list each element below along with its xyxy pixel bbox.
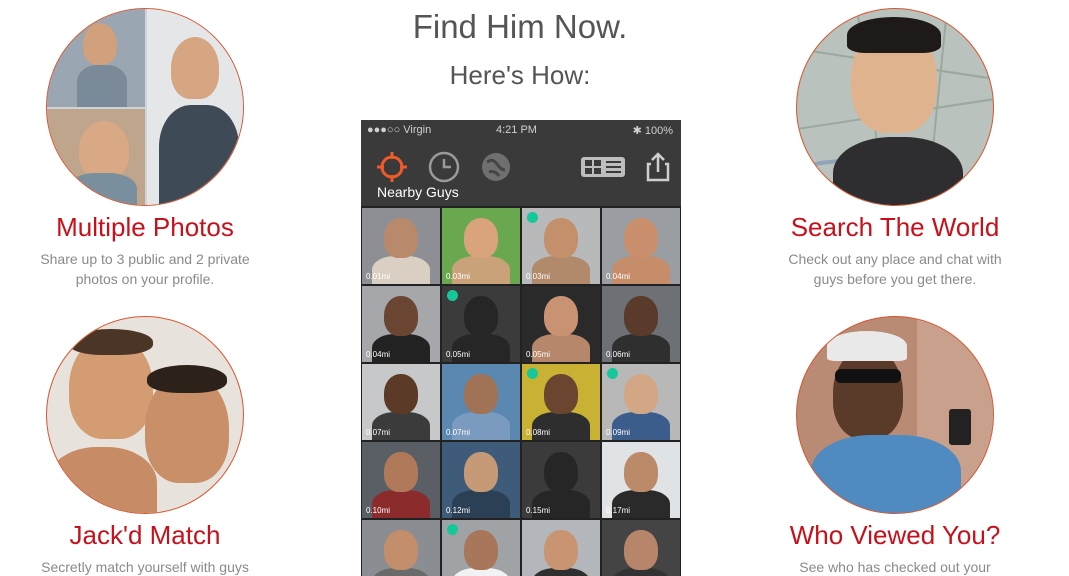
carrier-label: ●●●○○ Virgin	[367, 124, 432, 136]
search-the-world-image	[796, 8, 994, 206]
online-status-dot	[527, 212, 538, 223]
distance-label: 0.03mi	[526, 272, 551, 281]
profile-thumbnail[interactable]: 0.04mi	[602, 208, 680, 284]
status-bar: ●●●○○ Virgin 4:21 PM ✱ 100%	[361, 120, 681, 140]
profile-thumbnail[interactable]: 0.15mi	[522, 442, 600, 518]
feature-multiple-photos: Multiple Photos Share up to 3 public and…	[0, 8, 290, 289]
profile-figure-head	[544, 296, 578, 336]
profile-figure-head	[544, 218, 578, 258]
profile-figure-head	[464, 374, 498, 414]
profile-figure-head	[384, 374, 418, 414]
distance-label: 0.09mi	[606, 428, 631, 437]
profile-figure-head	[624, 452, 658, 492]
profile-figure-head	[384, 452, 418, 492]
battery-label: ✱ 100%	[632, 125, 673, 137]
distance-label: 0.05mi	[526, 350, 551, 359]
globe-icon[interactable]	[479, 150, 513, 184]
distance-label: 0.07mi	[366, 428, 391, 437]
online-status-dot	[447, 290, 458, 301]
profile-thumbnail[interactable]: 0.07mi	[362, 364, 440, 440]
feature-title: Multiple Photos	[56, 212, 234, 242]
profile-thumbnail[interactable]: 0.05mi	[522, 286, 600, 362]
profile-figure-head	[384, 218, 418, 258]
profile-thumbnail[interactable]	[602, 520, 680, 576]
app-toolbar: Nearby Guys	[361, 140, 681, 206]
feature-search-the-world: Search The World Check out any place and…	[750, 8, 1040, 289]
jackd-match-image	[46, 316, 244, 514]
profile-thumbnail[interactable]: 0.03mi	[442, 208, 520, 284]
distance-label: 0.12mi	[446, 506, 471, 515]
profile-thumbnail[interactable]: 0.08mi	[522, 364, 600, 440]
distance-label: 0.08mi	[526, 428, 551, 437]
online-status-dot	[527, 368, 538, 379]
default-avatar-icon	[544, 452, 578, 492]
profile-thumbnail[interactable]: 0.05mi	[442, 286, 520, 362]
profile-figure-head	[464, 530, 498, 570]
feature-description: Secretly match yourself with guys	[41, 559, 249, 575]
profile-thumbnail[interactable]: 0.06mi	[602, 286, 680, 362]
distance-label: 0.05mi	[446, 350, 471, 359]
online-status-dot	[607, 368, 618, 379]
feature-title: Who Viewed You?	[789, 520, 1001, 550]
profile-figure-head	[624, 530, 658, 570]
default-avatar-icon	[464, 296, 498, 336]
profile-figure-head	[544, 374, 578, 414]
clock-label: 4:21 PM	[496, 124, 537, 136]
profile-thumbnail[interactable]: 0.01mi	[362, 208, 440, 284]
profile-thumbnail[interactable]: 0.17mi	[602, 442, 680, 518]
profile-thumbnail[interactable]: 0.09mi	[602, 364, 680, 440]
nearby-target-icon[interactable]	[375, 150, 409, 184]
profile-thumbnail[interactable]: 0.12mi	[442, 442, 520, 518]
distance-label: 0.17mi	[606, 506, 631, 515]
feature-jackd-match: Jack'd Match Secretly match yourself wit…	[0, 316, 290, 576]
profile-figure-head	[464, 218, 498, 258]
profile-thumbnail[interactable]: 0.03mi	[522, 208, 600, 284]
profile-figure-head	[384, 530, 418, 570]
profile-thumbnail[interactable]	[442, 520, 520, 576]
profile-figure-head	[384, 296, 418, 336]
nearby-guys-label[interactable]: Nearby Guys	[377, 184, 459, 200]
feature-title: Jack'd Match	[69, 520, 221, 550]
feature-description: Share up to 3 public and 2 private photo…	[40, 251, 250, 287]
share-icon[interactable]	[641, 150, 675, 184]
feature-description: Check out any place and chat with guys b…	[788, 251, 1002, 287]
profile-figure-head	[544, 530, 578, 570]
feature-title: Search The World	[790, 212, 1000, 242]
distance-label: 0.04mi	[366, 350, 391, 359]
distance-label: 0.01mi	[366, 272, 391, 281]
profile-figure-head	[464, 452, 498, 492]
profile-thumbnail[interactable]: 0.04mi	[362, 286, 440, 362]
phone-screenshot: ●●●○○ Virgin 4:21 PM ✱ 100% Nearby Guys …	[361, 120, 681, 576]
profile-thumbnail[interactable]	[362, 520, 440, 576]
profile-figure-head	[624, 374, 658, 414]
distance-label: 0.07mi	[446, 428, 471, 437]
profile-thumbnail[interactable]: 0.10mi	[362, 442, 440, 518]
distance-label: 0.03mi	[446, 272, 471, 281]
online-status-dot	[447, 524, 458, 535]
profile-figure-head	[624, 218, 658, 258]
profile-thumbnail[interactable]	[522, 520, 600, 576]
multiple-photos-image	[46, 8, 244, 206]
distance-label: 0.04mi	[606, 272, 631, 281]
grid-list-toggle-icon[interactable]	[579, 150, 627, 184]
profile-grid: 0.01mi 0.03mi 0.03mi 0.04mi 0.04mi 0.05mi 0.05…	[361, 206, 681, 576]
clock-icon[interactable]	[427, 150, 461, 184]
distance-label: 0.06mi	[606, 350, 631, 359]
distance-label: 0.10mi	[366, 506, 391, 515]
feature-description: See who has checked out your profile	[799, 559, 991, 575]
feature-who-viewed-you: Who Viewed You? See who has checked out …	[750, 316, 1040, 576]
profile-thumbnail[interactable]: 0.07mi	[442, 364, 520, 440]
distance-label: 0.15mi	[526, 506, 551, 515]
who-viewed-you-image	[796, 316, 994, 514]
profile-figure-head	[624, 296, 658, 336]
